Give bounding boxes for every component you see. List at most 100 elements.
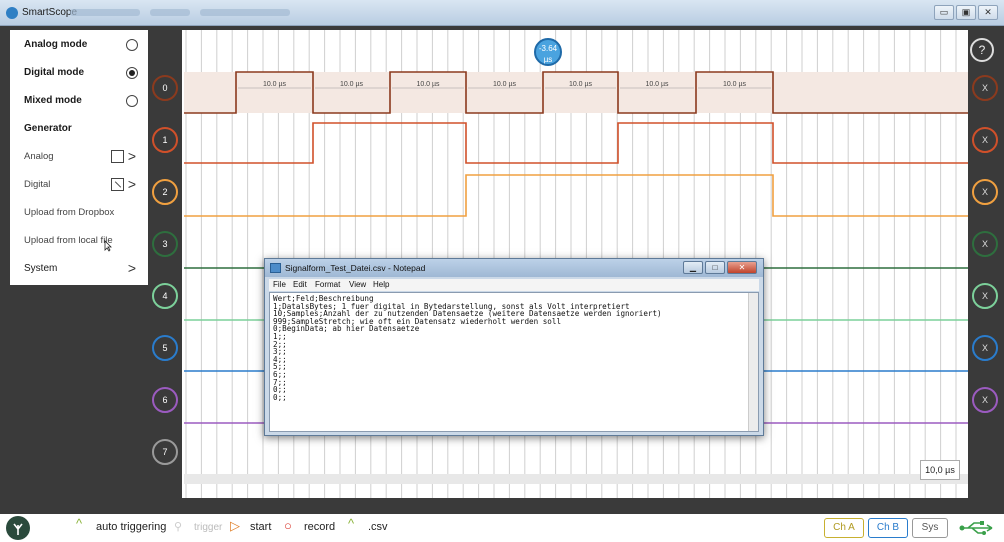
menu-item-label: Analog: [24, 151, 54, 162]
notepad-menu-help[interactable]: Help: [373, 280, 389, 289]
notepad-close-button[interactable]: ✕: [727, 261, 757, 274]
menu-item-analog-mode[interactable]: Analog mode: [10, 32, 148, 58]
maximize-button[interactable]: ▣: [956, 5, 976, 20]
analog-waveform-icon: [111, 150, 124, 163]
notepad-menu-view[interactable]: View: [349, 280, 366, 289]
channel-a-button[interactable]: Ch A: [824, 518, 864, 538]
channel-6-close-button[interactable]: X: [972, 387, 998, 413]
generator-label: Generator: [24, 123, 72, 134]
channel-3-marker[interactable]: 3: [152, 231, 178, 257]
mixed-mode-radio[interactable]: [126, 95, 138, 107]
pulse-width-label: 10.0 µs: [416, 81, 440, 88]
notepad-window[interactable]: Signalform_Test_Datei.csv - Notepad ▁ □ …: [264, 258, 764, 436]
notepad-minimize-button[interactable]: ▁: [683, 261, 703, 274]
channel-2-trace: [184, 174, 968, 217]
trigger-cursor-badge[interactable]: -3.64 µs: [534, 38, 562, 66]
menu-item-digital-mode[interactable]: Digital mode: [10, 60, 148, 86]
menu-item-label: Digital: [24, 179, 51, 190]
auto-triggering-toggle[interactable]: auto triggering: [96, 521, 166, 533]
channel-1-marker[interactable]: 1: [152, 127, 178, 153]
channel-4-close-button[interactable]: X: [972, 283, 998, 309]
record-button[interactable]: record: [304, 521, 335, 533]
notepad-scrollbar[interactable]: [748, 293, 758, 431]
notepad-menu-bar: File Edit Format View Help: [269, 279, 759, 291]
chevron-up-icon: ^: [348, 516, 355, 531]
channel-1-close-button[interactable]: X: [972, 127, 998, 153]
trigger-button[interactable]: trigger: [194, 522, 222, 533]
channel-0-marker[interactable]: 0: [152, 75, 178, 101]
record-icon: ○: [284, 518, 292, 533]
timescale-indicator[interactable]: 10,0 µs: [920, 460, 960, 480]
mode-menu-panel: Analog mode Digital mode Mixed mode Gene…: [10, 30, 148, 285]
menu-item-upload-dropbox[interactable]: Upload from Dropbox: [10, 200, 148, 226]
notepad-menu-format[interactable]: Format: [315, 280, 340, 289]
channel-0-fill: [184, 72, 968, 113]
play-icon: ▷: [230, 518, 240, 533]
notepad-content: Wert;Feld;Beschreibung 1;DatalsBytes; 1 …: [273, 294, 662, 402]
channel-6-marker[interactable]: 6: [152, 387, 178, 413]
notepad-maximize-button[interactable]: □: [705, 261, 725, 274]
channel-5-marker[interactable]: 5: [152, 335, 178, 361]
csv-button[interactable]: .csv: [368, 521, 388, 533]
notepad-title-bar[interactable]: Signalform_Test_Datei.csv - Notepad ▁ □ …: [265, 259, 763, 277]
bottom-toolbar: ^ auto triggering ⚲ trigger ▷ start ○ re…: [0, 514, 1004, 542]
app-logo-icon: [6, 7, 18, 19]
pulse-width-label: 10.0 µs: [493, 81, 517, 88]
menu-item-label: System: [24, 263, 58, 274]
cursor-value: -3.64: [538, 44, 558, 53]
menu-item-label: Upload from local file: [24, 235, 113, 246]
channel-5-close-button[interactable]: X: [972, 335, 998, 361]
title-bar-decoration: [150, 9, 190, 16]
menu-item-generator-digital[interactable]: Digital >: [10, 172, 148, 198]
start-button[interactable]: start: [250, 521, 271, 533]
notepad-title: Signalform_Test_Datei.csv - Notepad: [285, 263, 426, 273]
chevron-right-icon: >: [127, 260, 136, 276]
chevron-up-icon: ^: [76, 516, 83, 531]
close-button[interactable]: ✕: [978, 5, 998, 20]
title-bar: SmartScope ▭ ▣ ✕: [0, 0, 1004, 26]
pulse-width-label: 10.0 µs: [645, 81, 669, 88]
system-button[interactable]: Sys: [912, 518, 948, 538]
channel-7-marker[interactable]: 7: [152, 439, 178, 465]
chevron-right-icon: >: [127, 176, 136, 192]
mouse-cursor-icon: [104, 240, 112, 252]
channel-2-marker[interactable]: 2: [152, 179, 178, 205]
channel-1-trace: [184, 122, 968, 164]
digital-waveform-icon: [111, 178, 124, 191]
usb-connected-icon: [959, 521, 993, 535]
channel-4-marker[interactable]: 4: [152, 283, 178, 309]
notepad-text-area[interactable]: Wert;Feld;Beschreibung 1;DatalsBytes; 1 …: [269, 292, 759, 432]
pulse-width-label: 10.0 µs: [569, 81, 593, 88]
minimize-button[interactable]: ▭: [934, 5, 954, 20]
pulse-width-label: 10.0 µs: [340, 81, 364, 88]
channel-b-button[interactable]: Ch B: [868, 518, 908, 538]
digital-mode-radio[interactable]: [126, 67, 138, 79]
notepad-menu-file[interactable]: File: [273, 280, 286, 289]
smartscope-app: SmartScope ▭ ▣ ✕ Analog mode Digital mod…: [0, 0, 1004, 542]
trigger-icon: ⚲: [174, 521, 183, 533]
channel-2-close-button[interactable]: X: [972, 179, 998, 205]
notepad-menu-edit[interactable]: Edit: [293, 280, 307, 289]
menu-item-generator-analog[interactable]: Analog >: [10, 144, 148, 170]
cursor-unit: µs: [543, 55, 553, 64]
notepad-icon: [270, 263, 281, 273]
menu-item-system[interactable]: System >: [10, 256, 148, 282]
title-bar-decoration: [200, 9, 290, 16]
pulse-width-label: 10.0 µs: [723, 81, 747, 88]
title-bar-decoration: [70, 9, 140, 16]
chevron-right-icon: >: [127, 148, 136, 164]
window-title: SmartScope: [22, 7, 78, 18]
channel-0-close-button[interactable]: X: [972, 75, 998, 101]
menu-item-mixed-mode[interactable]: Mixed mode: [10, 88, 148, 114]
channel-3-close-button[interactable]: X: [972, 231, 998, 257]
menu-item-upload-local[interactable]: Upload from local file: [10, 228, 148, 254]
menu-item-label: Digital mode: [24, 67, 85, 78]
menu-item-label: Analog mode: [24, 39, 88, 50]
help-button[interactable]: ?: [970, 38, 994, 62]
generator-header: Generator: [10, 116, 148, 142]
lab-nation-logo-icon: [6, 516, 30, 540]
analog-mode-radio[interactable]: [126, 39, 138, 51]
time-axis-strip: [184, 474, 968, 484]
menu-item-label: Upload from Dropbox: [24, 207, 115, 218]
pulse-width-label: 10.0 µs: [263, 81, 287, 88]
